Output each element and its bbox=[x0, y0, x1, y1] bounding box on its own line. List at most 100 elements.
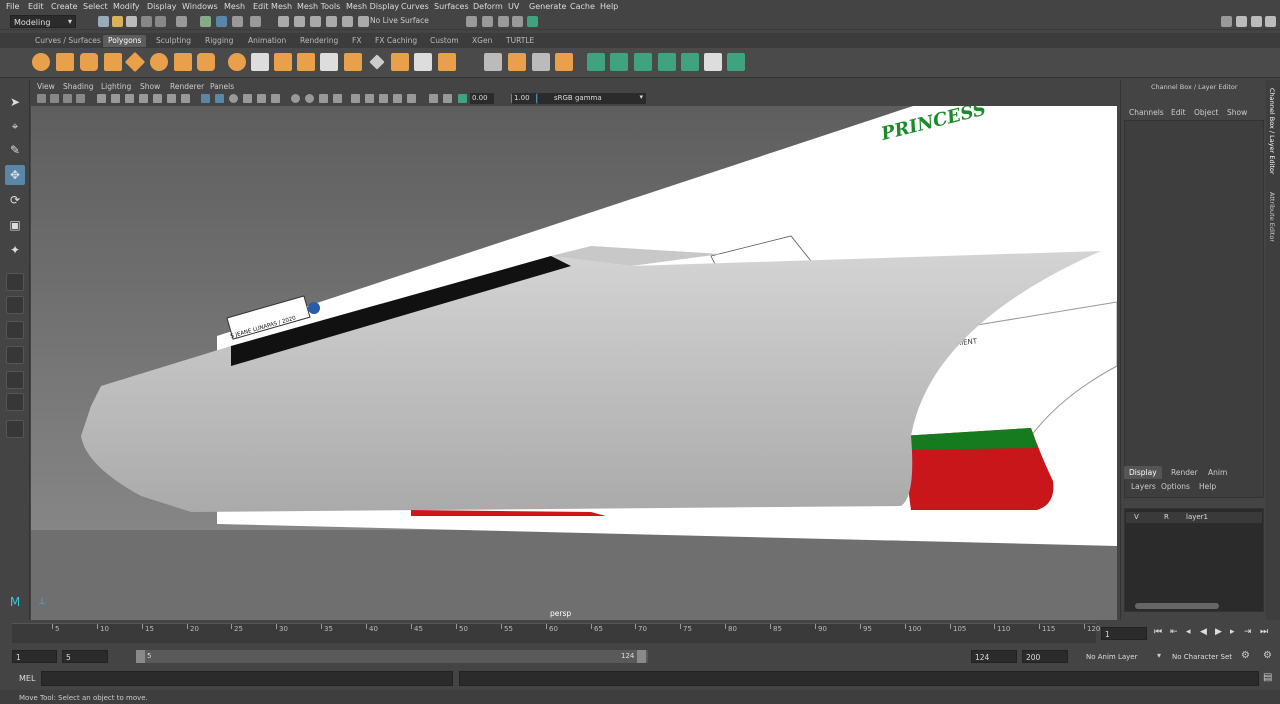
menu-modify[interactable]: Modify bbox=[113, 2, 140, 11]
step-forward-key-icon[interactable]: ⇥ bbox=[1244, 627, 1252, 637]
tab-channel-box[interactable]: Channel Box / Layer Editor bbox=[1268, 88, 1276, 175]
camera-attributes-icon[interactable] bbox=[50, 94, 59, 103]
shelf-tab-curves-surfaces[interactable]: Curves / Surfaces bbox=[30, 35, 106, 47]
toggle-panel-icon-2[interactable] bbox=[1251, 16, 1262, 27]
vp-menu-show[interactable]: Show bbox=[140, 82, 160, 91]
side-by-side-layout-icon[interactable] bbox=[6, 321, 24, 339]
smooth-icon[interactable] bbox=[297, 53, 315, 71]
menu-surfaces[interactable]: Surfaces bbox=[434, 2, 469, 11]
open-scene-icon[interactable] bbox=[112, 16, 123, 27]
vp-menu-view[interactable]: View bbox=[37, 82, 55, 91]
multisample-icon[interactable] bbox=[365, 94, 374, 103]
menu-deform[interactable]: Deform bbox=[473, 2, 503, 11]
cylindrical-map-icon[interactable] bbox=[634, 53, 652, 71]
layer-reference-toggle[interactable]: R bbox=[1164, 513, 1169, 521]
textured-icon[interactable] bbox=[243, 94, 252, 103]
step-back-frame-icon[interactable]: ◂ bbox=[1186, 627, 1191, 637]
cb-menu-channels[interactable]: Channels bbox=[1129, 108, 1164, 117]
resolution-gate-icon[interactable] bbox=[125, 94, 134, 103]
vp-menu-panels[interactable]: Panels bbox=[210, 82, 234, 91]
select-camera-icon[interactable] bbox=[37, 94, 46, 103]
select-by-component-icon[interactable] bbox=[216, 16, 227, 27]
auto-map-icon[interactable] bbox=[681, 53, 699, 71]
poly-disc-icon[interactable] bbox=[174, 53, 192, 71]
menu-help[interactable]: Help bbox=[600, 2, 618, 11]
scene-start-field[interactable]: 1 bbox=[12, 650, 57, 663]
uv-editor-icon[interactable] bbox=[587, 53, 605, 71]
lasso-tool-icon[interactable]: ⌖ bbox=[5, 116, 25, 136]
layer-row[interactable]: V R layer1 bbox=[1126, 512, 1262, 523]
move-tool-icon[interactable]: ✥ bbox=[5, 165, 25, 185]
rotate-tool-icon[interactable]: ⟳ bbox=[5, 190, 25, 210]
shelf-tab-custom[interactable]: Custom bbox=[425, 35, 464, 47]
fill-hole-icon[interactable] bbox=[532, 53, 550, 71]
field-chart-icon[interactable] bbox=[153, 94, 162, 103]
mirror-icon[interactable] bbox=[274, 53, 292, 71]
target-weld-icon[interactable] bbox=[555, 53, 573, 71]
menu-generate[interactable]: Generate bbox=[529, 2, 566, 11]
shelf-tab-fx-caching[interactable]: FX Caching bbox=[370, 35, 422, 47]
toggle-panel-icon-1[interactable] bbox=[1236, 16, 1247, 27]
use-lights-icon[interactable] bbox=[257, 94, 266, 103]
shelf-tab-rendering[interactable]: Rendering bbox=[295, 35, 343, 47]
shelf-tab-turtle[interactable]: TURTLE bbox=[501, 35, 539, 47]
xray-joints-icon[interactable] bbox=[319, 94, 328, 103]
grid-icon[interactable] bbox=[97, 94, 106, 103]
hypershade-icon[interactable] bbox=[527, 16, 538, 27]
character-set-label[interactable]: No Character Set bbox=[1172, 653, 1232, 661]
extract-icon[interactable] bbox=[344, 53, 362, 71]
menu-windows[interactable]: Windows bbox=[182, 2, 218, 11]
planar-map-icon[interactable] bbox=[610, 53, 628, 71]
current-frame-field[interactable]: 1 bbox=[1101, 627, 1147, 640]
command-input[interactable] bbox=[41, 671, 453, 686]
shelf-tab-polygons[interactable]: Polygons bbox=[103, 35, 147, 47]
range-bar[interactable] bbox=[136, 650, 648, 663]
four-view-layout-icon[interactable] bbox=[6, 296, 24, 314]
multi-cut-icon[interactable] bbox=[369, 54, 385, 70]
single-view-layout-icon[interactable] bbox=[6, 273, 24, 291]
new-scene-icon[interactable] bbox=[98, 16, 109, 27]
menu-create[interactable]: Create bbox=[51, 2, 78, 11]
menu-file[interactable]: File bbox=[6, 2, 19, 11]
menu-select[interactable]: Select bbox=[83, 2, 108, 11]
gate-mask-icon[interactable] bbox=[139, 94, 148, 103]
gamma-field[interactable]: 1.00 bbox=[512, 93, 536, 104]
undo-icon[interactable] bbox=[141, 16, 152, 27]
playback-start-field[interactable]: 5 bbox=[62, 650, 108, 663]
last-tool-icon[interactable]: ✦ bbox=[5, 240, 25, 260]
playback-end-field[interactable]: 124 bbox=[971, 650, 1017, 663]
menu-edit-mesh[interactable]: Edit Mesh bbox=[253, 2, 292, 11]
workspace-icon[interactable] bbox=[1221, 16, 1232, 27]
smooth-shade-icon[interactable] bbox=[215, 94, 224, 103]
play-forward-icon[interactable]: ▶ bbox=[1215, 627, 1222, 637]
save-scene-icon[interactable] bbox=[126, 16, 137, 27]
bridge-icon[interactable] bbox=[414, 53, 432, 71]
animation-preferences-icon[interactable]: ⚙ bbox=[1263, 650, 1272, 661]
select-tool-icon[interactable]: ➤ bbox=[5, 92, 25, 112]
manipulator-icon[interactable] bbox=[443, 94, 452, 103]
hud-icon[interactable] bbox=[429, 94, 438, 103]
shelf-tab-sculpting[interactable]: Sculpting bbox=[151, 35, 196, 47]
xray-icon[interactable] bbox=[291, 94, 300, 103]
go-to-start-icon[interactable]: ⏮ bbox=[1154, 627, 1162, 637]
snap-curve-icon[interactable] bbox=[294, 16, 305, 27]
bookmark-icon[interactable] bbox=[63, 94, 72, 103]
poly-sphere-icon[interactable] bbox=[32, 53, 50, 71]
depth-of-field-icon[interactable] bbox=[393, 94, 402, 103]
screen-space-icon[interactable] bbox=[407, 94, 416, 103]
vp-menu-shading[interactable]: Shading bbox=[63, 82, 93, 91]
menu-cache[interactable]: Cache bbox=[570, 2, 595, 11]
shadows-icon[interactable] bbox=[271, 94, 280, 103]
tab-anim[interactable]: Anim bbox=[1203, 466, 1232, 479]
menu-edit[interactable]: Edit bbox=[28, 2, 44, 11]
shelf-tab-xgen[interactable]: XGen bbox=[467, 35, 497, 47]
render-settings-icon[interactable] bbox=[512, 16, 523, 27]
menu-mesh-tools[interactable]: Mesh Tools bbox=[297, 2, 340, 11]
safe-title-icon[interactable] bbox=[181, 94, 190, 103]
vp-menu-lighting[interactable]: Lighting bbox=[101, 82, 131, 91]
append-polygon-icon[interactable] bbox=[508, 53, 526, 71]
layer-scrollbar[interactable] bbox=[1135, 603, 1219, 609]
isolate-select-icon[interactable] bbox=[351, 94, 360, 103]
poly-cone-icon[interactable] bbox=[104, 53, 122, 71]
spherical-map-icon[interactable] bbox=[658, 53, 676, 71]
